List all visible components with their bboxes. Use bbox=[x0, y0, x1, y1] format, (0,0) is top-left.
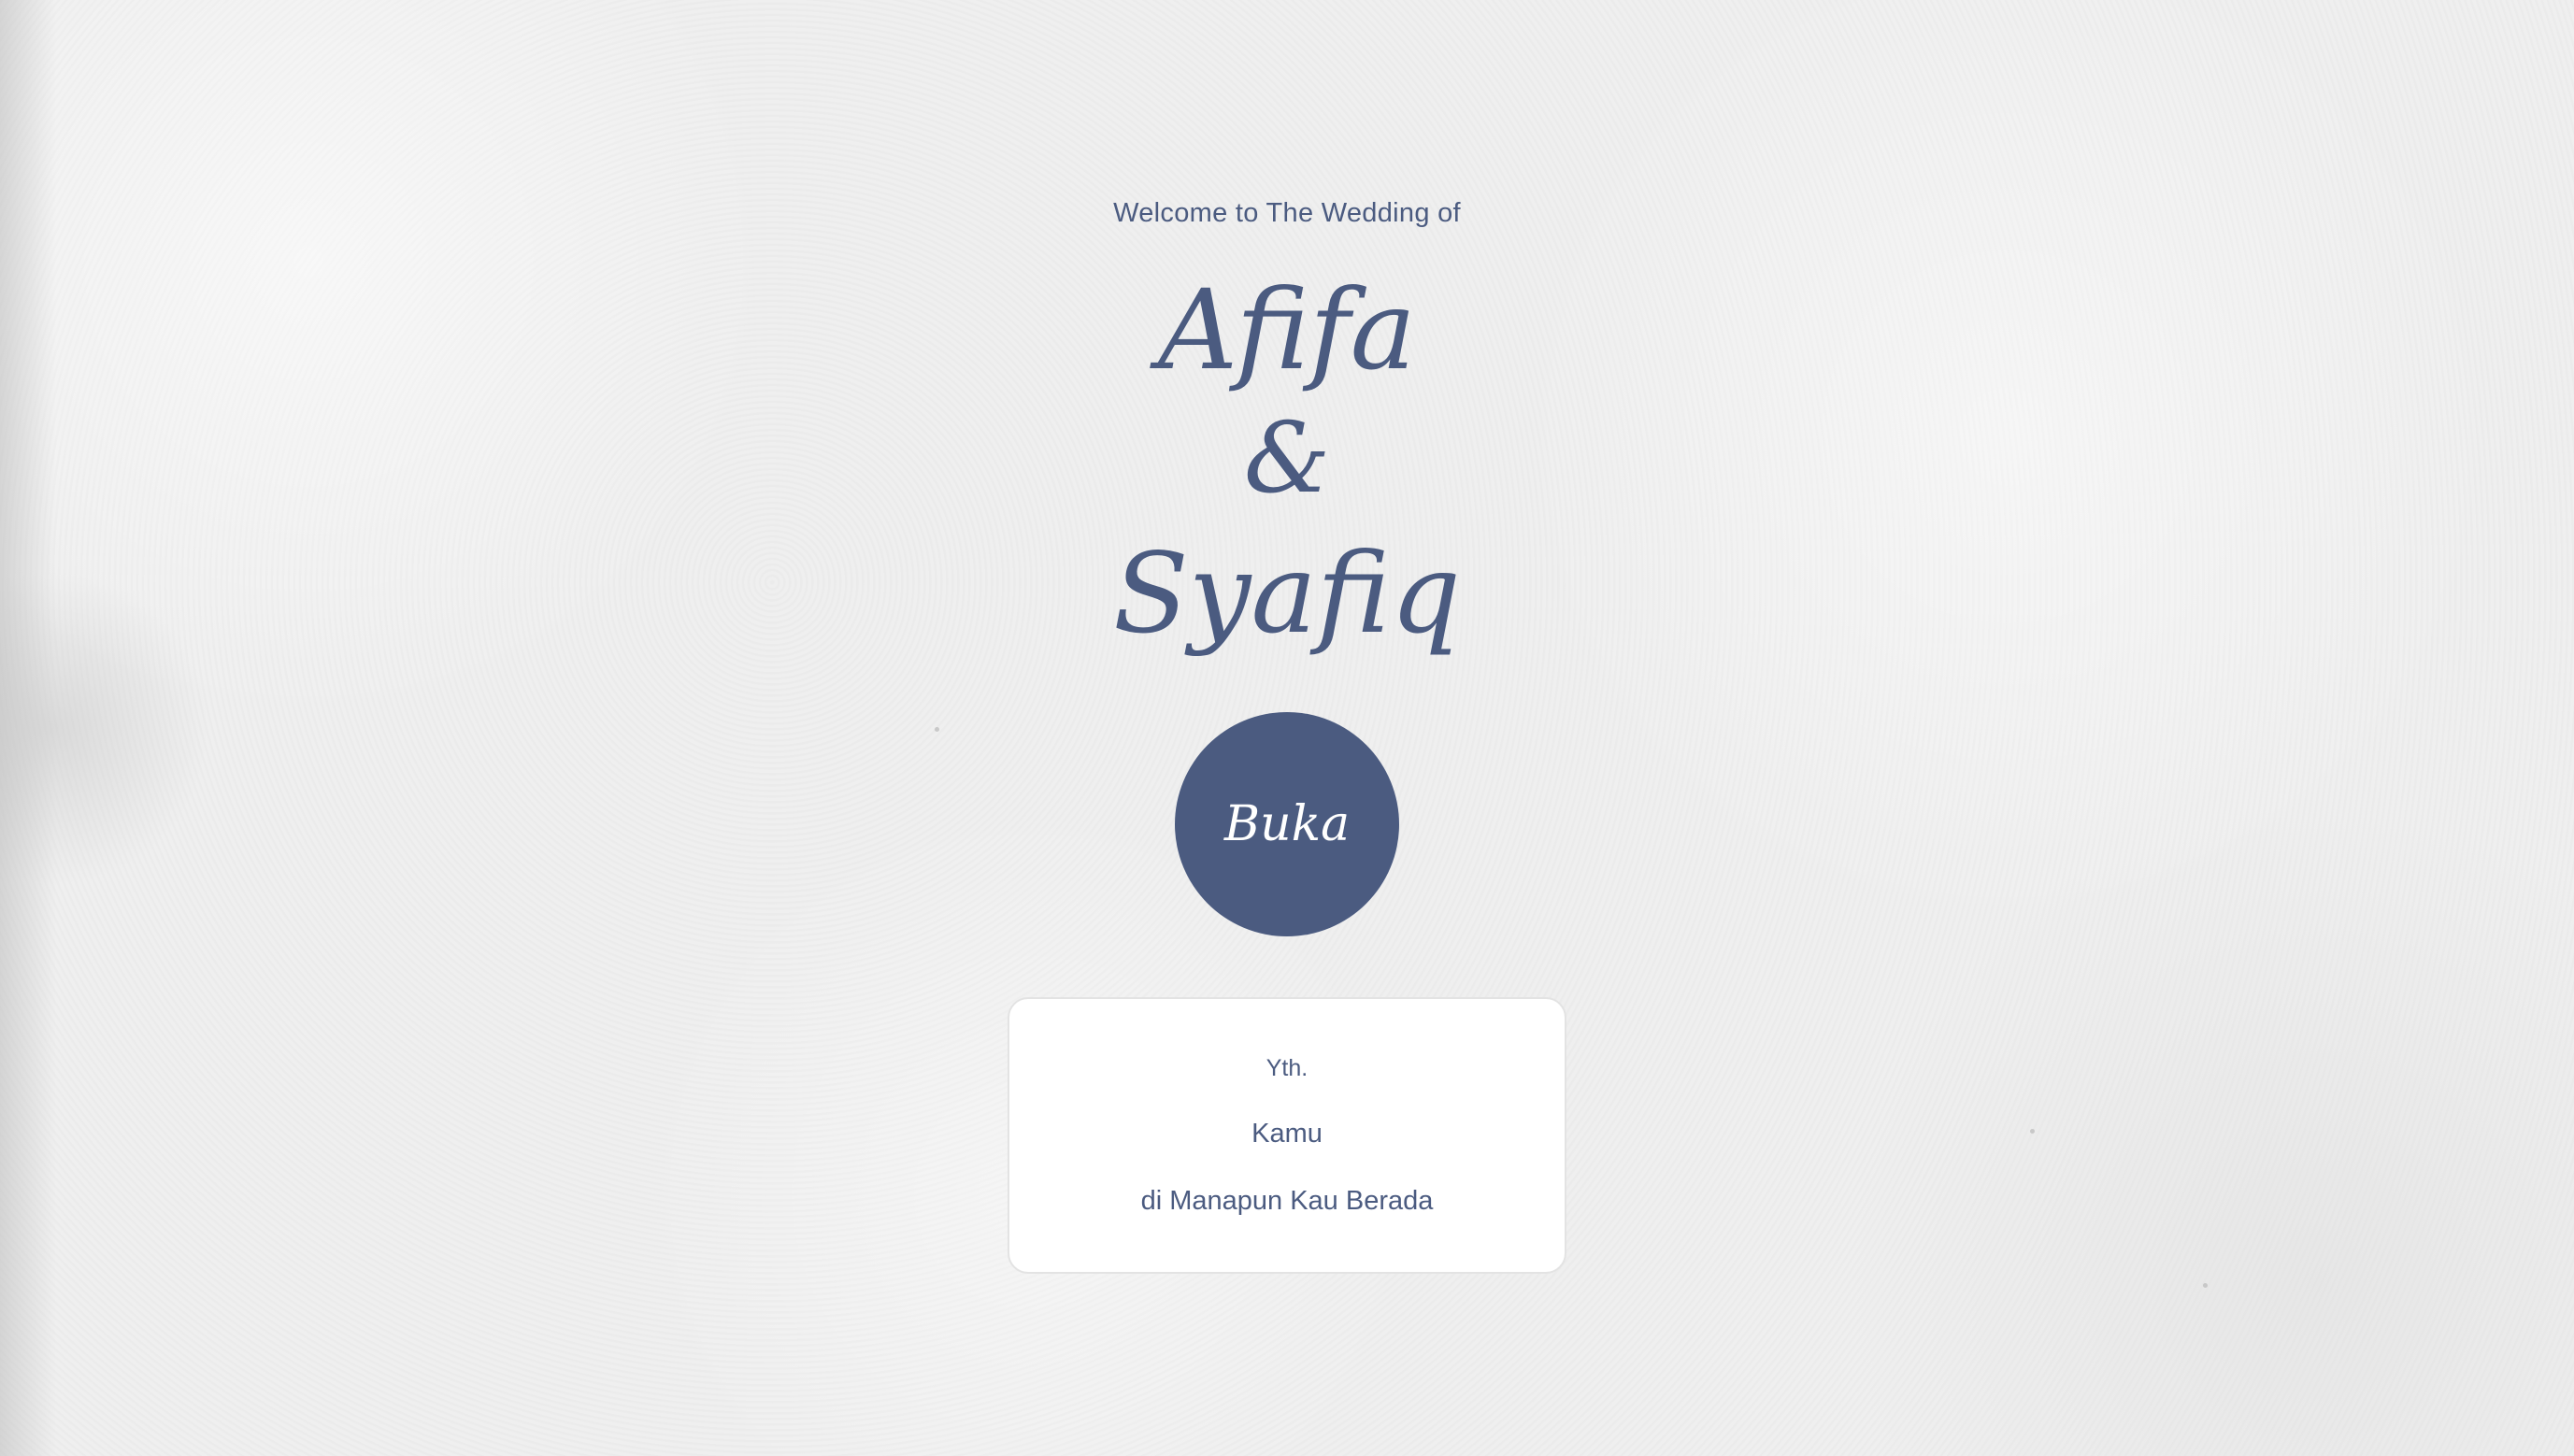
open-invitation-button[interactable]: Buka bbox=[1175, 712, 1399, 936]
groom-name: Syafiq bbox=[1112, 529, 1462, 658]
guest-name: Kamu bbox=[1251, 1119, 1323, 1149]
welcome-text: Welcome to The Wedding of bbox=[1113, 198, 1461, 228]
ampersand: & bbox=[1243, 401, 1331, 515]
invitation-cover: Welcome to The Wedding of Afifa & Syafiq… bbox=[0, 0, 2574, 1456]
guest-location: di Manapun Kau Berada bbox=[1140, 1186, 1434, 1216]
guest-card: Yth. Kamu di Manapun Kau Berada bbox=[1008, 997, 1566, 1274]
open-invitation-label: Buka bbox=[1223, 796, 1351, 852]
guest-salutation: Yth. bbox=[1266, 1055, 1308, 1081]
bride-name: Afifa bbox=[1158, 265, 1416, 394]
